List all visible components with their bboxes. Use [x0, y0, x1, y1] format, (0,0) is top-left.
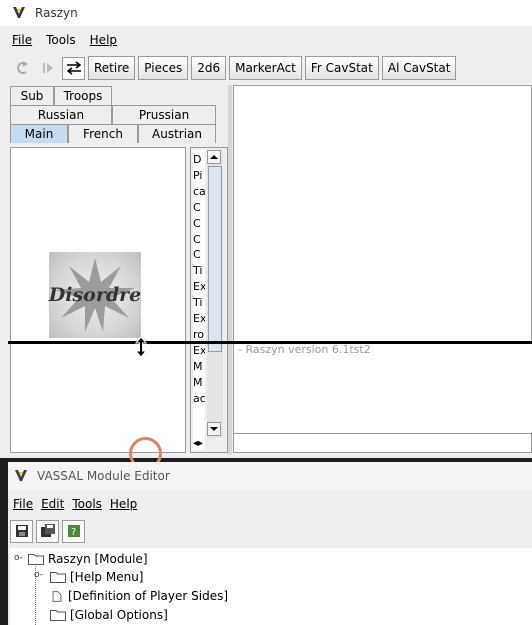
window-divider-line — [8, 341, 532, 344]
piece-letter-rows: D Pi ca C C C C Ti Ex Ti Ex ro Ex M Mac — [193, 150, 205, 407]
editor-title-bar[interactable]: VASSAL Module Editor — [8, 462, 532, 490]
menu-help-label: Help — [89, 33, 118, 47]
editor-menu-edit-label: Edit — [41, 497, 65, 511]
vassal-editor-app-icon — [15, 470, 27, 481]
editor-menu-help[interactable]: Help — [110, 497, 137, 511]
tree-label-help-menu: [Help Menu] — [70, 570, 144, 584]
scroll-down-arrow-icon[interactable] — [207, 422, 221, 436]
tree-label-player-sides: [Definition of Player Sides] — [68, 589, 229, 603]
marker-act-button[interactable]: MarkerAct — [229, 56, 302, 80]
tree-row-module[interactable]: Raszyn [Module] — [28, 550, 148, 568]
editor-menu-edit[interactable]: Edit — [41, 497, 64, 511]
chat-log: - Raszyn version 6.1tst2 — [233, 343, 532, 433]
piece-list-item[interactable]: Ex — [193, 343, 205, 359]
retire-button[interactable]: Retire — [88, 56, 136, 80]
folder-icon — [50, 572, 66, 583]
tab-sub[interactable]: Sub — [10, 86, 54, 105]
svg-text:?: ? — [71, 527, 76, 538]
module-tree: o- Raszyn [Module] o- [Help Menu] [Defin… — [10, 548, 532, 625]
resize-arrows-icon[interactable]: ◂▸ — [193, 438, 203, 449]
menu-tools[interactable]: Tools — [46, 33, 76, 47]
folder-icon — [50, 610, 66, 621]
piece-list-item[interactable]: M — [193, 375, 205, 391]
piece-list-item[interactable]: M — [193, 359, 205, 375]
tab-french[interactable]: French — [68, 124, 138, 143]
scroll-thumb[interactable] — [208, 166, 222, 352]
map-panel — [233, 85, 532, 343]
palette-content: Disordre — [10, 147, 186, 453]
editor-window-title: VASSAL Module Editor — [37, 469, 170, 483]
tab-prussian[interactable]: Prussian — [112, 105, 216, 124]
editor-menu-file-label: File — [13, 497, 34, 511]
vertical-splitter[interactable] — [228, 85, 232, 455]
tab-troops[interactable]: Troops — [54, 86, 112, 105]
tree-row-global-options[interactable]: [Global Options] — [50, 606, 168, 624]
piece-list-item[interactable]: Ti — [193, 263, 205, 279]
swap-sides-icon[interactable] — [62, 56, 85, 80]
menu-tools-label: Tools — [46, 33, 76, 47]
tree-row-help-menu[interactable]: [Help Menu] — [50, 568, 143, 586]
help-icon[interactable]: ? — [62, 519, 85, 543]
piece-list-item[interactable]: C — [193, 216, 205, 232]
tree-label-module: Raszyn [Module] — [48, 552, 148, 566]
main-window: Raszyn File Tools Help Retire Pieces 2d6… — [0, 0, 532, 458]
document-icon — [52, 590, 62, 602]
editor-window: VASSAL Module Editor File Edit Tools Hel… — [8, 462, 532, 625]
editor-menu-file[interactable]: File — [13, 497, 33, 511]
save-icon[interactable] — [10, 519, 33, 543]
folder-icon — [28, 554, 44, 565]
editor-menu-tools[interactable]: Tools — [72, 497, 102, 511]
piece-list-item[interactable]: C — [193, 247, 205, 263]
piece-list-item[interactable]: ca — [193, 184, 205, 200]
piece-list-item[interactable]: Ex — [193, 311, 205, 327]
chat-message: - Raszyn version 6.1tst2 — [238, 343, 371, 356]
editor-toolbar: ? — [8, 518, 532, 544]
editor-menu-bar: File Edit Tools Help — [8, 494, 532, 514]
chat-input[interactable] — [233, 433, 532, 453]
main-toolbar: Retire Pieces 2d6 MarkerAct Fr CavStat A… — [0, 55, 532, 81]
dice-2d6-button[interactable]: 2d6 — [191, 56, 227, 80]
main-menu-bar: File Tools Help — [0, 30, 532, 50]
piece-name-list: D Pi ca C C C C Ti Ex Ti Ex ro Ex M Mac ◂▸ — [190, 147, 228, 453]
tree-label-global-options: [Global Options] — [70, 608, 168, 622]
resize-cursor-icon — [134, 336, 148, 358]
tree-root-handle-icon[interactable]: o- — [14, 553, 23, 563]
piece-list-item[interactable]: D — [193, 152, 205, 168]
tab-main[interactable]: Main — [10, 124, 68, 143]
save-as-icon[interactable] — [36, 519, 59, 543]
al-cavstat-button[interactable]: Al CavStat — [381, 56, 457, 80]
main-title-bar[interactable]: Raszyn — [0, 0, 532, 26]
tree-help-handle-icon[interactable]: o- — [34, 570, 43, 580]
piece-list-item[interactable]: C — [193, 200, 205, 216]
vassal-app-icon — [13, 7, 25, 18]
menu-file-label: File — [12, 33, 33, 47]
menu-help[interactable]: Help — [90, 33, 117, 47]
vertical-scrollbar[interactable] — [207, 150, 223, 438]
undo-icon[interactable] — [10, 57, 33, 80]
piece-palette-panel: Sub Troops Russian Prussian Main French … — [8, 85, 230, 455]
scroll-up-arrow-icon[interactable] — [207, 150, 221, 164]
disordre-label: Disordre — [48, 284, 142, 306]
piece-list-item[interactable]: ac — [193, 391, 205, 407]
tab-austrian[interactable]: Austrian — [138, 124, 216, 143]
step-forward-icon[interactable] — [36, 57, 59, 80]
piece-list-item[interactable]: Ti — [193, 295, 205, 311]
disordre-piece[interactable]: Disordre — [49, 252, 141, 338]
piece-name-column: D Pi ca C C C C Ti Ex Ti Ex ro Ex M Mac — [193, 150, 205, 450]
piece-list-item[interactable]: Pi — [193, 168, 205, 184]
piece-list-item[interactable]: C — [193, 232, 205, 248]
editor-menu-tools-label: Tools — [72, 497, 102, 511]
fr-cavstat-button[interactable]: Fr CavStat — [304, 56, 379, 80]
menu-file[interactable]: File — [12, 33, 32, 47]
piece-list-item[interactable]: Ex — [193, 279, 205, 295]
tree-row-player-sides[interactable]: [Definition of Player Sides] — [50, 587, 228, 605]
main-window-title: Raszyn — [35, 6, 78, 20]
pieces-button[interactable]: Pieces — [138, 56, 189, 80]
editor-menu-help-label: Help — [109, 497, 138, 511]
tab-russian[interactable]: Russian — [10, 105, 112, 124]
